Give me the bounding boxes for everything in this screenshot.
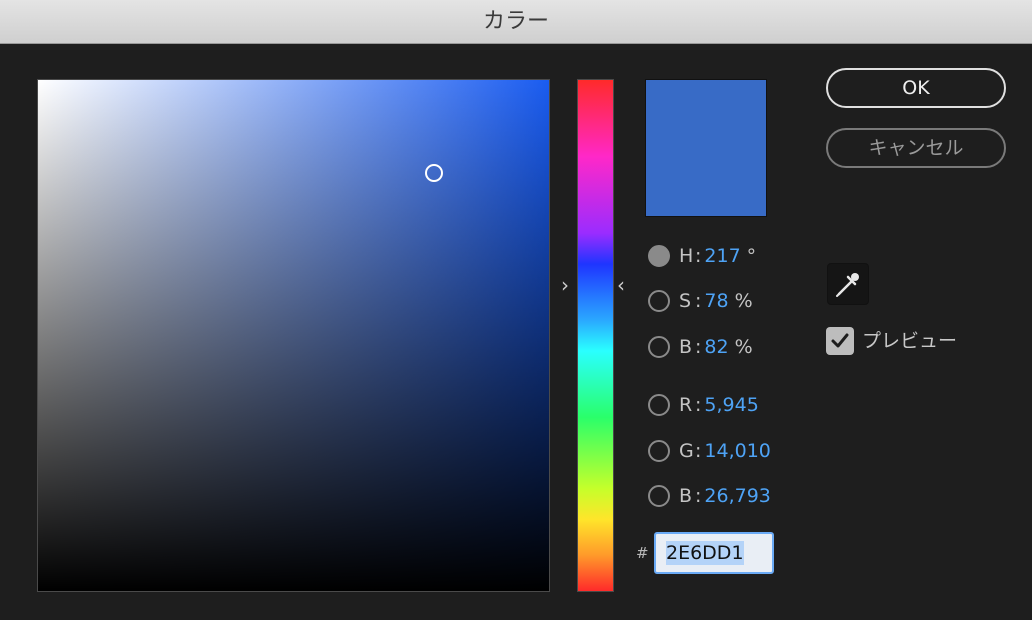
red-field: R : 5,945 [648,391,759,419]
green-field: G : 14,010 [648,437,771,465]
hue-radio[interactable] [648,245,670,267]
blue-colon: : [695,485,702,507]
red-colon: : [695,394,702,416]
hue-unit: ° [746,245,757,267]
hue-left-marker-icon[interactable]: › [561,273,569,297]
red-radio[interactable] [648,394,670,416]
checkmark-icon [831,333,849,348]
brightness-field: B : 82 % [648,333,753,361]
hex-input[interactable]: 2E6DD1 [654,532,774,574]
green-colon: : [695,440,702,462]
green-label: G [679,440,694,462]
saturation-colon: : [695,290,702,312]
hue-slider[interactable] [577,79,614,592]
hue-field: H : 217 ° [648,242,756,270]
green-radio[interactable] [648,440,670,462]
green-value[interactable]: 14,010 [704,440,770,462]
saturation-field: S : 78 % [648,287,753,315]
saturation-radio[interactable] [648,290,670,312]
eyedropper-icon [836,273,859,297]
color-picker-cursor[interactable] [425,164,443,182]
ok-button[interactable]: OK [826,68,1006,108]
hue-colon: : [695,245,702,267]
saturation-value[interactable]: 78 [704,290,728,312]
cancel-button[interactable]: キャンセル [826,128,1006,168]
brightness-unit: % [734,336,753,358]
blue-radio[interactable] [648,485,670,507]
blue-field: B : 26,793 [648,482,771,510]
red-value[interactable]: 5,945 [704,394,758,416]
brightness-value[interactable]: 82 [704,336,728,358]
brightness-label: B [679,336,693,358]
hue-value[interactable]: 217 [704,245,740,267]
blue-label: B [679,485,693,507]
hue-label: H [679,245,694,267]
saturation-unit: % [734,290,753,312]
saturation-brightness-field[interactable] [37,79,550,592]
brightness-colon: : [695,336,702,358]
preview-label[interactable]: プレビュー [862,327,957,355]
window-title: カラー [0,0,1032,44]
red-label: R [679,394,693,416]
preview-checkbox[interactable] [826,327,854,355]
saturation-label: S [679,290,692,312]
hue-right-marker-icon[interactable]: ‹ [617,273,625,297]
hex-value-selected: 2E6DD1 [666,541,744,565]
hex-hash-label: # [636,544,649,562]
color-preview-swatch [645,79,767,217]
brightness-radio[interactable] [648,336,670,358]
blue-value[interactable]: 26,793 [704,485,770,507]
eyedropper-button[interactable] [827,263,869,305]
